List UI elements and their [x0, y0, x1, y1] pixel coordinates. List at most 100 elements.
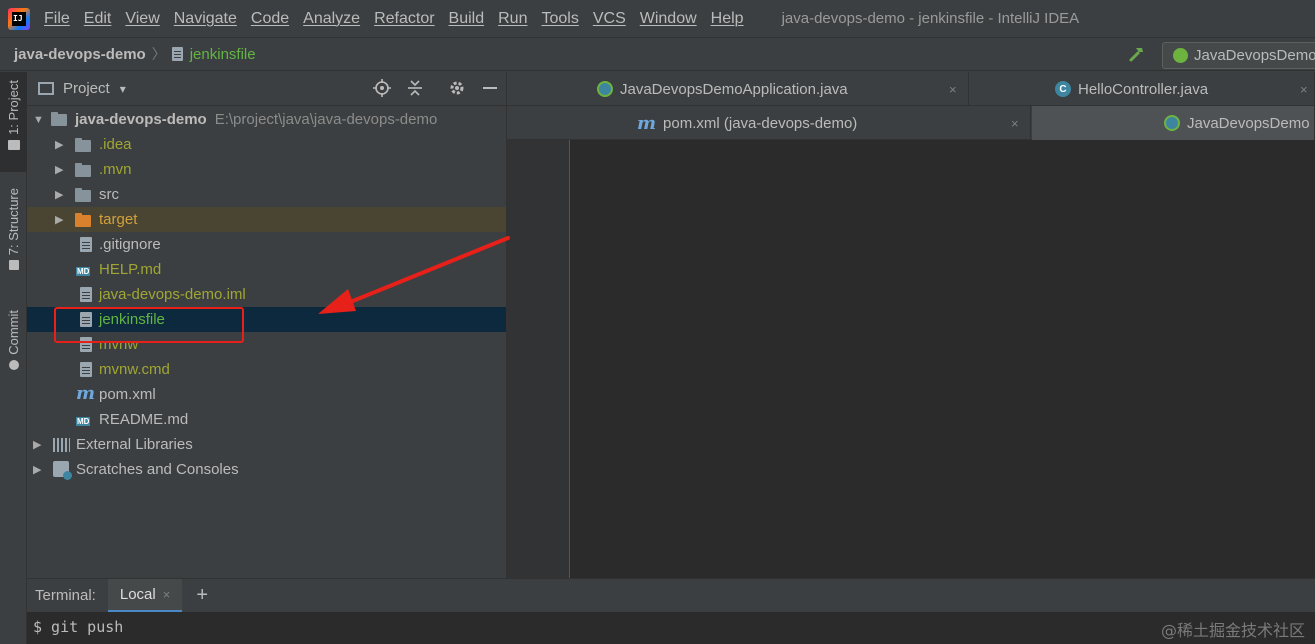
menu-bar: IJ File Edit View Navigate Code Analyze … [0, 0, 1315, 37]
breadcrumb-file[interactable]: jenkinsfile [190, 46, 256, 63]
tree-node-idea[interactable]: ▶ .idea [27, 132, 506, 157]
tree-node-readme[interactable]: MD README.md [27, 407, 506, 432]
terminal-command-line: $ git push [33, 618, 124, 636]
tree-node-label: README.md [99, 411, 189, 428]
terminal-header: Terminal: Local × + [27, 578, 1315, 613]
folder-icon [75, 138, 91, 152]
tree-node-help-md[interactable]: MD HELP.md [27, 257, 506, 282]
breadcrumb-project[interactable]: java-devops-demo [14, 46, 146, 63]
hide-panel-icon[interactable] [481, 79, 499, 101]
tree-node-src[interactable]: ▶ src [27, 182, 506, 207]
collapsed-arrow-icon[interactable]: ▶ [55, 138, 63, 151]
tab-java-devops-demo-active[interactable]: JavaDevopsDemo [1032, 106, 1315, 140]
close-icon[interactable]: × [1300, 82, 1308, 97]
tree-node-scratches[interactable]: ▶ Scratches and Consoles [27, 457, 506, 482]
markdown-file-icon: MD [76, 267, 91, 276]
close-icon[interactable]: × [163, 587, 171, 602]
window-title: java-devops-demo - jenkinsfile - Intelli… [781, 10, 1080, 27]
editor-gutter [507, 140, 570, 578]
commit-icon [8, 359, 19, 370]
menu-code[interactable]: Code [251, 10, 289, 28]
terminal-output[interactable]: $ git push @稀土掘金技术社区 [27, 612, 1315, 644]
gear-icon[interactable] [448, 79, 466, 101]
tree-node-iml[interactable]: java-devops-demo.iml [27, 282, 506, 307]
expanded-arrow-icon[interactable]: ▼ [33, 114, 44, 126]
menu-view[interactable]: View [125, 10, 159, 28]
structure-icon [8, 260, 19, 271]
code-editor[interactable] [570, 140, 1315, 578]
tree-node-pom[interactable]: m pom.xml [27, 382, 506, 407]
tool-window-project-tab[interactable]: 1: Project [0, 72, 27, 172]
menu-refactor[interactable]: Refactor [374, 10, 434, 28]
terminal-tab-label: Local [119, 585, 156, 603]
menu-run[interactable]: Run [498, 10, 527, 28]
menu-analyze[interactable]: Analyze [303, 10, 360, 28]
text-file-icon [80, 362, 92, 377]
editor-tab-row-2: m pom.xml (java-devops-demo) × JavaDevop… [507, 106, 1315, 140]
tab-java-devops-demo-application[interactable]: JavaDevopsDemoApplication.java × [507, 72, 969, 106]
maven-icon: m [637, 112, 657, 134]
close-icon[interactable]: × [949, 82, 957, 97]
folder-icon [75, 188, 91, 202]
library-icon [53, 438, 70, 452]
tool-window-commit-tab[interactable]: Commit [0, 306, 27, 386]
tab-label: pom.xml (java-devops-demo) [663, 114, 858, 132]
spring-boot-icon [1173, 48, 1188, 63]
tool-window-structure-tab[interactable]: 7: Structure [0, 184, 27, 284]
ignore-file-icon [80, 237, 92, 252]
tree-node-label: java-devops-demo.iml [99, 286, 246, 303]
left-tool-strip-bottom [0, 578, 27, 644]
menu-edit[interactable]: Edit [84, 10, 112, 28]
collapsed-arrow-icon[interactable]: ▶ [55, 188, 63, 201]
module-file-icon [80, 287, 92, 302]
tree-node-label: .gitignore [99, 236, 161, 253]
tree-node-mvn[interactable]: ▶ .mvn [27, 157, 506, 182]
menu-help[interactable]: Help [711, 10, 744, 28]
menu-vcs[interactable]: VCS [593, 10, 626, 28]
excluded-folder-icon [75, 213, 91, 227]
collapsed-arrow-icon[interactable]: ▶ [33, 463, 41, 476]
project-panel-title[interactable]: Project [63, 80, 110, 97]
menu-navigate[interactable]: Navigate [174, 10, 237, 28]
run-configuration-selector[interactable]: JavaDevopsDemo [1162, 42, 1315, 69]
build-hammer-icon[interactable] [1128, 45, 1146, 68]
tree-node-external-libraries[interactable]: ▶ External Libraries [27, 432, 506, 457]
project-panel-header: Project ▾ [27, 72, 506, 106]
markdown-file-icon: MD [76, 417, 91, 426]
folder-icon [75, 163, 91, 177]
tree-node-label: java-devops-demo [75, 111, 207, 128]
tab-hello-controller[interactable]: C HelloController.java × [970, 72, 1315, 106]
watermark: @稀土掘金技术社区 [1160, 621, 1305, 640]
tree-node-project-root[interactable]: ▼ java-devops-demo E:\project\java\java-d… [27, 107, 506, 132]
tree-node-label: target [99, 211, 138, 228]
chevron-down-icon[interactable]: ▾ [120, 82, 126, 96]
menu-build[interactable]: Build [449, 10, 485, 28]
tree-node-label: mvnw.cmd [99, 361, 170, 378]
maven-icon: m [76, 383, 96, 404]
scratches-icon [53, 461, 72, 480]
terminal-tab-local[interactable]: Local × [107, 578, 183, 613]
collapsed-arrow-icon[interactable]: ▶ [55, 163, 63, 176]
run-configuration-label: JavaDevopsDemo [1194, 47, 1315, 64]
module-folder-icon [51, 112, 67, 126]
commit-tab-label: Commit [6, 310, 21, 355]
menu-window[interactable]: Window [640, 10, 697, 28]
spring-boot-class-icon [1164, 115, 1180, 131]
tab-pom-xml[interactable]: m pom.xml (java-devops-demo) × [507, 106, 1031, 140]
tab-label: JavaDevopsDemo [1187, 114, 1310, 132]
new-terminal-plus-icon[interactable]: + [196, 584, 208, 607]
menu-tools[interactable]: Tools [541, 10, 578, 28]
collapsed-arrow-icon[interactable]: ▶ [55, 213, 63, 226]
tree-node-mvnw-cmd[interactable]: mvnw.cmd [27, 357, 506, 382]
menu-file[interactable]: File [44, 10, 70, 28]
tree-node-label: .idea [99, 136, 132, 153]
close-icon[interactable]: × [1011, 116, 1019, 131]
collapsed-arrow-icon[interactable]: ▶ [33, 438, 41, 451]
file-icon [171, 47, 183, 61]
tree-node-gitignore[interactable]: .gitignore [27, 232, 506, 257]
tree-node-target[interactable]: ▶ target [27, 207, 506, 232]
project-view-icon [38, 82, 54, 95]
locate-file-icon[interactable] [373, 79, 391, 101]
tab-label: HelloController.java [1078, 80, 1209, 98]
collapse-all-icon[interactable] [406, 79, 424, 101]
